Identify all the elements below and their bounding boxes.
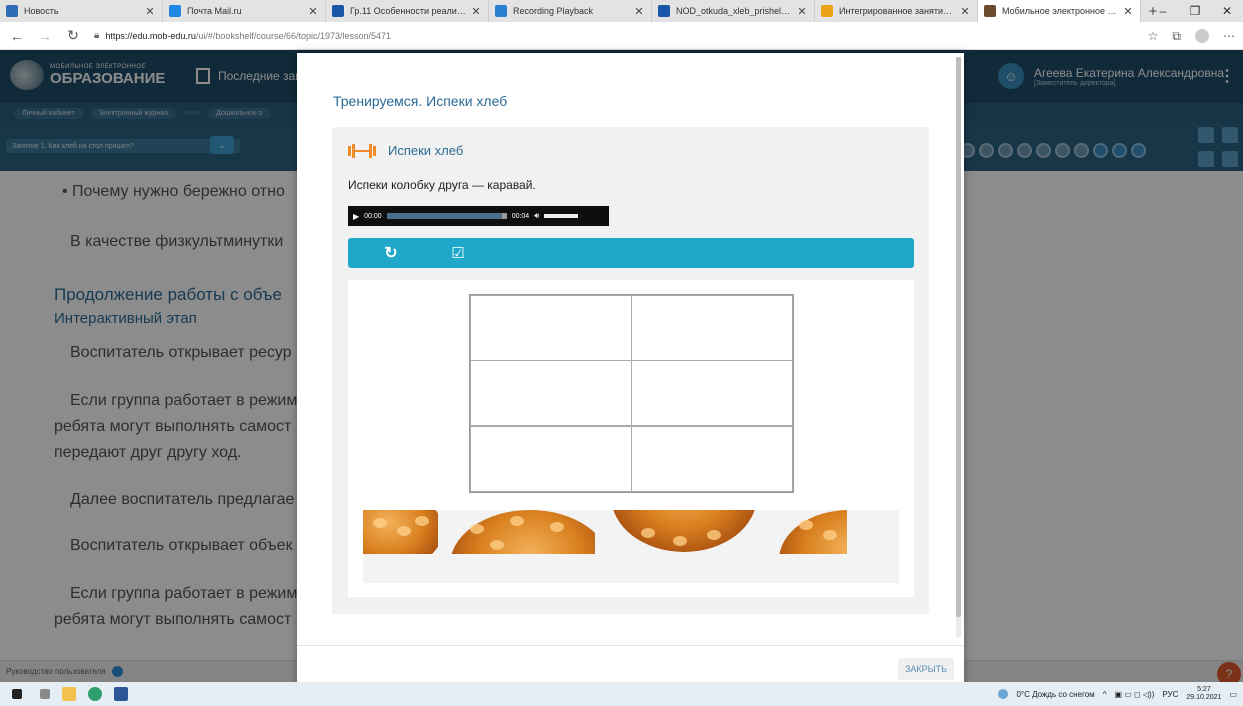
tab-title: Новость [24,6,59,16]
tab-title: Почта Mail.ru [187,6,242,16]
file-explorer-icon[interactable] [62,687,76,701]
modal-body: Тренируемся. Испеки хлеб Испеки хлеб Исп… [297,53,952,645]
audio-total-time: 00:04 [511,212,530,220]
modal-scrollbar-thumb[interactable] [956,57,961,617]
tray-icons[interactable]: ▣ ▭ ◻ ◁)) [1114,690,1154,699]
tab-close-icon[interactable]: ✕ [959,5,971,18]
tab-favicon-icon [6,5,18,17]
favorites-icon[interactable]: ☆ [1148,29,1159,43]
task-text: Испеки колобку друга — каравай. [348,178,536,192]
browser-tab[interactable]: Новость ✕ [0,0,163,22]
browser-tab[interactable]: Мобильное электронное обра ✕ [978,0,1141,22]
tab-close-icon[interactable]: ✕ [633,5,645,18]
edge-icon[interactable] [88,687,102,701]
browser-tab[interactable]: Recording Playback ✕ [489,0,652,22]
window-controls: – ❐ ✕ [1147,0,1243,22]
forward-icon[interactable]: → [34,28,56,44]
bread-piece[interactable] [611,510,757,554]
browser-tab[interactable]: Почта Mail.ru ✕ [163,0,326,22]
restore-icon[interactable]: ❐ [1179,0,1211,22]
tab-close-icon[interactable]: ✕ [470,5,482,18]
task-view-icon[interactable] [40,689,50,699]
tab-favicon-icon [821,5,833,17]
collections-icon[interactable]: ⧉ [1172,29,1181,44]
modal-scrollbar[interactable] [956,57,961,637]
more-icon[interactable]: ⋯ [1223,29,1235,43]
puzzle-cell[interactable] [470,426,632,492]
reset-icon[interactable]: ↻ [373,238,409,268]
tab-favicon-icon [169,5,181,17]
tab-favicon-icon [332,5,344,17]
weather-icon[interactable] [998,689,1009,699]
url-host: https://edu.mob-edu.ru [105,30,196,41]
tab-title: NOD_otkuda_xleb_prishel.pdf [676,6,792,16]
word-icon[interactable] [114,687,128,701]
puzzle-area [348,280,914,597]
minimize-icon[interactable]: – [1147,0,1179,22]
clock-date: 29.10.2021 [1186,694,1222,701]
tab-title: Гр.11 Особенности реализации [350,6,466,16]
tab-title: Интегрированное занятие по [839,6,955,16]
tab-close-icon[interactable]: ✕ [144,5,156,18]
puzzle-cell[interactable] [631,426,793,492]
exercise-card: Испеки хлеб Испеки колобку друга — карав… [332,127,929,614]
exercise-label: Испеки хлеб [388,143,464,158]
bread-piece[interactable] [779,510,847,554]
tab-favicon-icon [984,5,996,17]
url-path: /ui/#/bookshelf/course/66/topic/1973/les… [195,30,392,41]
tab-close-icon[interactable]: ✕ [307,5,319,18]
dumbbell-icon [348,143,376,158]
pieces-tray [363,510,899,583]
clock[interactable]: 5:27 29.10.2021 [1186,686,1221,702]
browser-tab[interactable]: NOD_otkuda_xleb_prishel.pdf ✕ [652,0,815,22]
check-icon[interactable]: ☑ [440,238,476,268]
audio-buffer-end [501,213,507,219]
audio-current-time: 00:00 [364,212,382,220]
weather-text[interactable]: 0°C Дождь со снегом [1016,690,1094,699]
audio-seekbar[interactable] [386,213,507,219]
exercise-toolbar: ↻ ☑ [348,238,914,268]
browser-tab[interactable]: Интегрированное занятие по ✕ [815,0,978,22]
back-icon[interactable]: ← [6,28,28,44]
tab-favicon-icon [658,5,670,17]
bread-piece[interactable] [363,510,438,554]
volume-slider[interactable] [544,214,579,218]
exercise-header: Испеки хлеб [348,143,463,158]
bread-piece[interactable] [450,510,595,554]
puzzle-cell[interactable] [631,360,793,426]
tab-title: Recording Playback [513,6,594,16]
tab-close-icon[interactable]: ✕ [796,5,808,18]
profile-icon[interactable] [1195,29,1209,43]
modal-title: Тренируемся. Испеки хлеб [333,93,508,109]
close-window-icon[interactable]: ✕ [1211,0,1243,22]
url-field[interactable]: 🔒︎ https://edu.mob-edu.ru/ui/#/bookshelf… [94,30,391,41]
puzzle-cell[interactable] [470,295,632,361]
puzzle-cell[interactable] [631,295,793,361]
browser-tab-strip: Новость ✕ Почта Mail.ru ✕ Гр.11 Особенности … [0,0,1243,22]
tab-title: Мобильное электронное обра [1002,6,1118,16]
lock-icon: 🔒︎ [94,30,100,41]
close-button[interactable]: ЗАКРЫТЬ [898,658,954,680]
chevron-up-icon[interactable]: ^ [1103,690,1107,699]
language-indicator[interactable]: РУС [1162,690,1178,699]
volume-icon[interactable]: 🔊︎ [534,211,539,221]
puzzle-grid [469,294,794,493]
address-bar: ← → ↻ 🔒︎ https://edu.mob-edu.ru/ui/#/boo… [0,22,1243,50]
browser-tab[interactable]: Гр.11 Особенности реализации ✕ [326,0,489,22]
start-icon[interactable] [12,689,22,699]
clock-time: 5:27 [1197,686,1211,693]
tab-favicon-icon [495,5,507,17]
play-icon[interactable]: ▶ [353,212,359,221]
puzzle-cell[interactable] [470,360,632,426]
exercise-modal: Тренируемся. Испеки хлеб Испеки хлеб Исп… [297,53,964,690]
windows-taskbar: 0°C Дождь со снегом ^ ▣ ▭ ◻ ◁)) РУС 5:27… [0,682,1243,706]
audio-player: ▶ 00:00 00:04 🔊︎ [348,206,609,226]
tab-close-icon[interactable]: ✕ [1122,5,1134,18]
reload-icon[interactable]: ↻ [62,27,84,44]
notifications-icon[interactable]: ▭ [1229,690,1237,699]
system-tray: 0°C Дождь со снегом ^ ▣ ▭ ◻ ◁)) РУС 5:27… [998,682,1237,706]
